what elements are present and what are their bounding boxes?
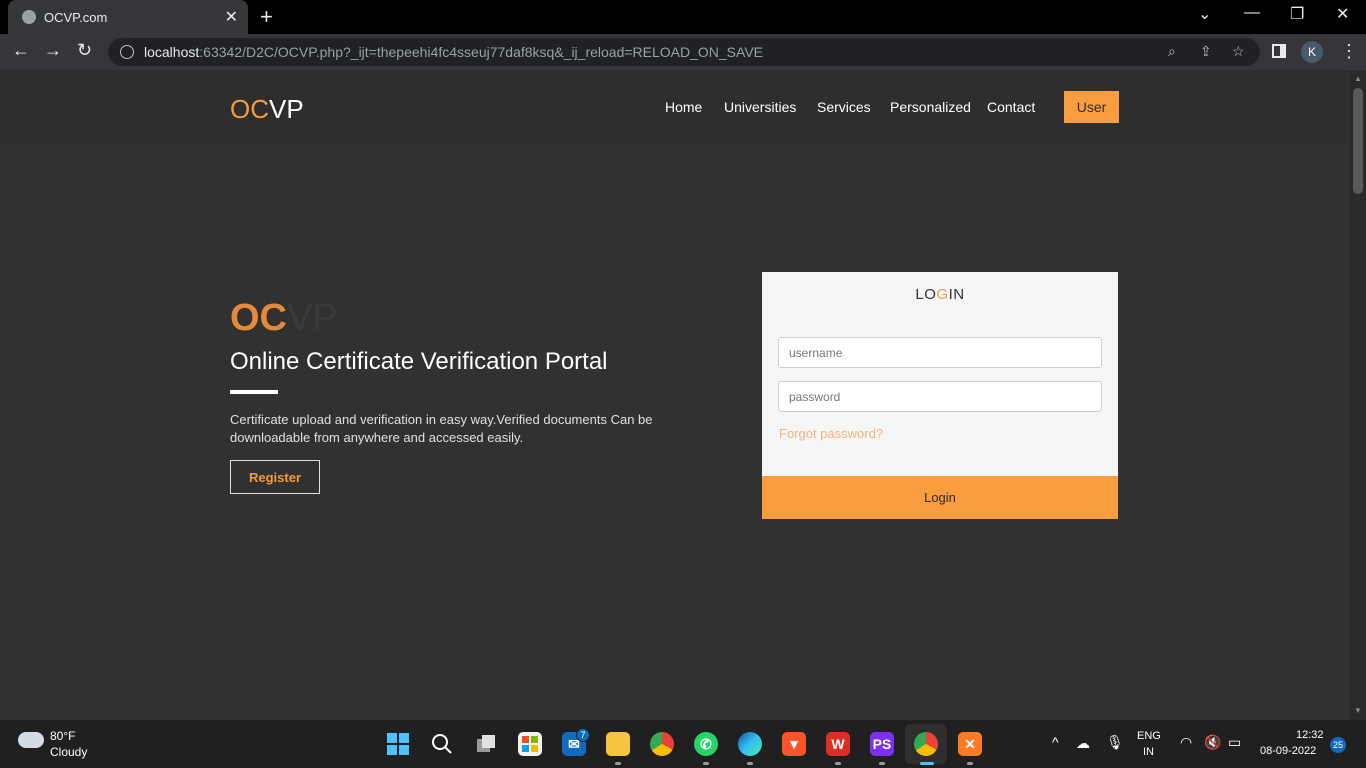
whatsapp-icon[interactable]: ✆ bbox=[694, 732, 718, 756]
chevron-down-icon[interactable]: ⌄ bbox=[1198, 4, 1211, 24]
username-input[interactable] bbox=[778, 337, 1102, 368]
site-header: OCVP Home Universities Services Personal… bbox=[0, 70, 1350, 144]
language-bottom[interactable]: IN bbox=[1143, 746, 1154, 758]
globe-icon bbox=[22, 10, 36, 24]
bookmark-star-icon[interactable]: ☆ bbox=[1232, 43, 1245, 60]
page-scrollbar[interactable]: ▲ ▼ bbox=[1350, 70, 1366, 720]
volume-muted-icon[interactable]: 🔇 bbox=[1204, 734, 1221, 751]
info-icon[interactable] bbox=[120, 45, 134, 59]
back-arrow-icon[interactable]: ← bbox=[12, 40, 30, 61]
running-indicator bbox=[967, 762, 973, 765]
login-title: LOGIN bbox=[762, 286, 1118, 303]
taskbar: 80°F Cloudy ✉ 7 ✆ ▼ W PS ✕ ^ ☁ 🎙 ENG IN … bbox=[0, 720, 1366, 768]
hero-logo: OCVP bbox=[230, 297, 338, 340]
hero-description: Certificate upload and verification in e… bbox=[230, 412, 653, 445]
site-logo[interactable]: OCVP bbox=[230, 94, 304, 125]
logo-vp: VP bbox=[269, 94, 304, 124]
running-indicator bbox=[879, 762, 885, 765]
running-indicator bbox=[835, 762, 841, 765]
login-card: LOGIN Forgot password? Login bbox=[762, 272, 1118, 519]
hero-title: Online Certificate Verification Portal bbox=[230, 348, 608, 375]
file-explorer-icon[interactable] bbox=[606, 732, 630, 756]
search-icon[interactable] bbox=[430, 732, 454, 756]
hero-logo-oc: OC bbox=[230, 297, 287, 339]
login-title-part-a: LO bbox=[915, 286, 937, 303]
minimize-icon[interactable]: — bbox=[1244, 4, 1260, 22]
profile-avatar[interactable]: K bbox=[1301, 41, 1323, 63]
address-bar[interactable]: localhost :63342/D2C/OCVP.php?_ijt=thepe… bbox=[108, 38, 1260, 66]
share-icon[interactable]: ⇪ bbox=[1200, 43, 1212, 60]
task-view-icon[interactable] bbox=[474, 732, 498, 756]
wifi-icon[interactable]: ◠ bbox=[1180, 734, 1192, 751]
edge-icon[interactable] bbox=[738, 732, 762, 756]
battery-icon[interactable]: ▭ bbox=[1228, 734, 1241, 751]
active-indicator bbox=[920, 762, 934, 765]
forgot-password-link[interactable]: Forgot password? bbox=[779, 426, 883, 441]
tray-chevron-up-icon[interactable]: ^ bbox=[1052, 734, 1059, 750]
menu-dots-icon[interactable]: ⋮ bbox=[1340, 41, 1358, 62]
running-indicator bbox=[747, 762, 753, 765]
scroll-down-icon[interactable]: ▼ bbox=[1354, 706, 1362, 715]
restore-icon[interactable]: ❐ bbox=[1290, 4, 1304, 24]
scroll-thumb[interactable] bbox=[1353, 88, 1363, 194]
login-button[interactable]: Login bbox=[762, 476, 1118, 519]
weather-condition[interactable]: Cloudy bbox=[50, 745, 87, 759]
browser-tab[interactable]: OCVP.com ✕ bbox=[8, 0, 248, 34]
notification-badge[interactable]: 25 bbox=[1330, 737, 1346, 753]
microphone-icon[interactable]: 🎙 bbox=[1106, 734, 1124, 751]
window-close-icon[interactable]: ✕ bbox=[1336, 4, 1349, 24]
login-title-part-c: IN bbox=[948, 286, 965, 303]
password-input[interactable] bbox=[778, 381, 1102, 412]
running-indicator bbox=[703, 762, 709, 765]
zoom-icon[interactable]: ⌕ bbox=[1168, 43, 1176, 60]
url-host: localhost bbox=[144, 44, 200, 60]
onedrive-cloud-icon[interactable]: ☁ bbox=[1076, 735, 1090, 752]
nav-contact[interactable]: Contact bbox=[987, 99, 1035, 115]
user-button[interactable]: User bbox=[1064, 91, 1119, 123]
url-path: :63342/D2C/OCVP.php?_ijt=thepeehi4fc4sse… bbox=[199, 44, 763, 60]
chrome-icon[interactable] bbox=[650, 732, 674, 756]
language-top[interactable]: ENG bbox=[1137, 730, 1161, 742]
close-icon[interactable]: ✕ bbox=[225, 7, 238, 27]
hero-divider bbox=[230, 390, 278, 394]
brave-icon[interactable]: ▼ bbox=[782, 732, 806, 756]
scroll-up-icon[interactable]: ▲ bbox=[1354, 74, 1362, 83]
weather-temperature[interactable]: 80°F bbox=[50, 729, 75, 743]
hero-logo-vp: VP bbox=[287, 297, 338, 339]
side-panel-icon[interactable] bbox=[1272, 44, 1286, 58]
nav-home[interactable]: Home bbox=[665, 99, 702, 115]
login-title-part-b: G bbox=[936, 286, 949, 303]
browser-tabbar: OCVP.com ✕ + ⌄ — ❐ ✕ bbox=[0, 0, 1366, 34]
windows-start-icon[interactable] bbox=[386, 732, 410, 756]
forward-arrow-icon[interactable]: → bbox=[44, 40, 62, 61]
nav-universities[interactable]: Universities bbox=[724, 99, 796, 115]
nav-personalized[interactable]: Personalized bbox=[890, 99, 971, 115]
clock-date[interactable]: 08-09-2022 bbox=[1260, 745, 1316, 757]
tab-title: OCVP.com bbox=[44, 9, 108, 25]
mail-badge: 7 bbox=[576, 728, 590, 742]
page-content: OCVP Home Universities Services Personal… bbox=[0, 70, 1350, 720]
clock-time[interactable]: 12:32 bbox=[1296, 729, 1324, 741]
register-button[interactable]: Register bbox=[230, 460, 320, 494]
store-icon[interactable] bbox=[518, 732, 542, 756]
browser-toolbar: ← → ↻ localhost :63342/D2C/OCVP.php?_ijt… bbox=[0, 34, 1366, 70]
logo-oc: OC bbox=[230, 94, 269, 124]
running-indicator bbox=[615, 762, 621, 765]
reload-icon[interactable]: ↻ bbox=[77, 40, 92, 61]
new-tab-icon[interactable]: + bbox=[260, 4, 273, 30]
wps-office-icon[interactable]: W bbox=[826, 732, 850, 756]
cloud-icon[interactable] bbox=[18, 732, 44, 748]
xampp-icon[interactable]: ✕ bbox=[958, 732, 982, 756]
chrome-profile-icon[interactable] bbox=[914, 732, 938, 756]
phpstorm-icon[interactable]: PS bbox=[870, 732, 894, 756]
nav-services[interactable]: Services bbox=[817, 99, 871, 115]
